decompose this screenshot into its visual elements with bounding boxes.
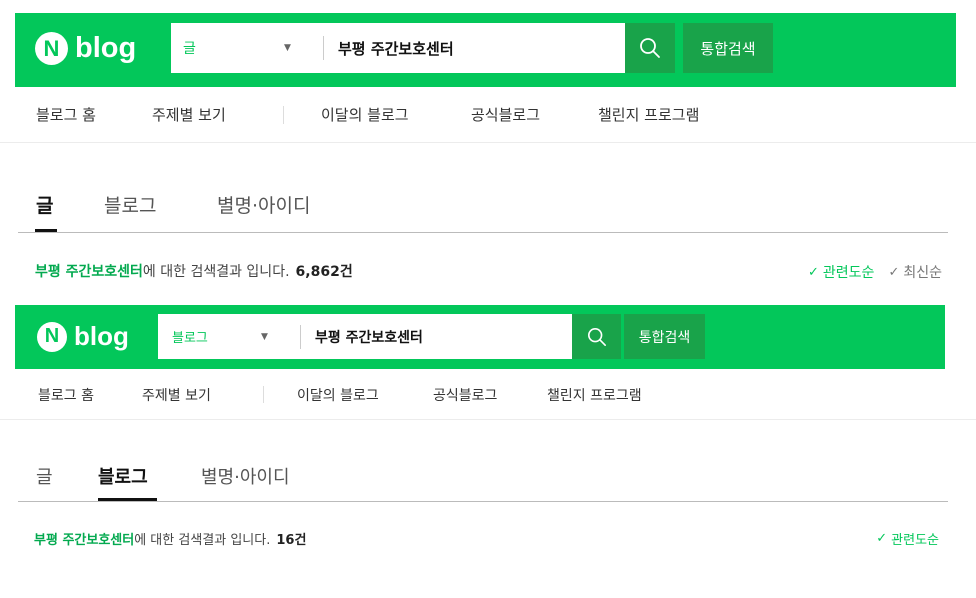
- search-panel-posts: N blog 글 ▼ 부평 주간보호센터 통합검색 블로그 홈 주제별 보기 이…: [0, 0, 976, 292]
- sub-navigation: 블로그 홈 주제별 보기 이달의 블로그 공식블로그 챌린지 프로그램: [0, 87, 976, 143]
- nav-official-blog[interactable]: 공식블로그: [433, 385, 497, 405]
- nav-blog-home[interactable]: 블로그 홈: [38, 385, 94, 405]
- tab-posts[interactable]: 글: [36, 191, 53, 218]
- nav-challenge-program[interactable]: 챌린지 프로그램: [547, 385, 642, 405]
- search-icon: [640, 38, 660, 58]
- naver-n-icon: N: [37, 321, 67, 352]
- search-panel-blogs: N blog 블로그 ▼ 부평 주간보호센터 통합검색 블로그 홈 주제별 보기…: [0, 292, 976, 598]
- tab-nickname-id[interactable]: 별명·아이디: [201, 463, 290, 489]
- nav-blog-of-month[interactable]: 이달의 블로그: [321, 104, 409, 125]
- nav-by-topic[interactable]: 주제별 보기: [142, 385, 211, 405]
- result-summary: 부평 주간보호센터에 대한 검색결과 입니다. 6,862건: [35, 261, 353, 281]
- category-select-value: 블로그: [172, 331, 208, 346]
- sort-label: 관련도순: [822, 265, 875, 281]
- result-keyword: 부평 주간보호센터: [35, 264, 143, 280]
- search-box: 블로그 ▼ 부평 주간보호센터: [158, 314, 572, 359]
- header-bar: N blog 글 ▼ 부평 주간보호센터 통합검색: [15, 13, 956, 87]
- naver-blog-logo[interactable]: N blog: [35, 32, 136, 65]
- sort-options: ✓ 관련도순: [862, 529, 939, 548]
- search-box: 글 ▼ 부평 주간보호센터: [171, 23, 625, 73]
- nav-separator: [283, 106, 284, 124]
- logo-text: blog: [75, 32, 137, 64]
- check-icon: ✓: [808, 264, 819, 280]
- sort-latest[interactable]: ✓ 최신순: [888, 262, 942, 282]
- nav-by-topic[interactable]: 주제별 보기: [152, 104, 226, 125]
- nav-challenge-program[interactable]: 챌린지 프로그램: [598, 104, 699, 125]
- search-button[interactable]: [625, 23, 675, 73]
- header-bar: N blog 블로그 ▼ 부평 주간보호센터 통합검색: [15, 305, 945, 369]
- result-tabs: 글 블로그 별명·아이디: [18, 458, 948, 502]
- search-input[interactable]: 부평 주간보호센터: [301, 327, 423, 347]
- sort-label: 최신순: [903, 265, 942, 281]
- result-summary: 부평 주간보호센터에 대한 검색결과 입니다. 16건: [34, 529, 306, 548]
- logo-text: blog: [74, 321, 129, 351]
- result-suffix: 에 대한 검색결과 입니다.: [134, 533, 271, 548]
- result-count: 16건: [276, 533, 307, 548]
- tab-nickname-id[interactable]: 별명·아이디: [217, 191, 310, 218]
- sort-relevance[interactable]: ✓ 관련도순: [876, 529, 939, 548]
- unified-search-button[interactable]: 통합검색: [683, 23, 773, 73]
- sort-relevance[interactable]: ✓ 관련도순: [808, 262, 874, 282]
- sub-navigation: 블로그 홈 주제별 보기 이달의 블로그 공식블로그 챌린지 프로그램: [0, 369, 976, 420]
- tab-posts[interactable]: 글: [36, 463, 53, 489]
- tab-blogs[interactable]: 블로그: [98, 463, 148, 489]
- check-icon: ✓: [888, 264, 900, 280]
- nav-blog-home[interactable]: 블로그 홈: [36, 104, 96, 125]
- category-select[interactable]: 글 ▼: [171, 23, 323, 73]
- unified-search-button[interactable]: 통합검색: [624, 314, 705, 359]
- result-suffix: 에 대한 검색결과 입니다.: [142, 264, 290, 280]
- sort-options: ✓ 관련도순 ✓ 최신순: [794, 262, 942, 282]
- result-count: 6,862건: [295, 264, 353, 280]
- caret-down-icon: ▼: [261, 331, 268, 342]
- naver-n-icon: N: [35, 32, 68, 65]
- result-tabs: 글 블로그 별명·아이디: [18, 186, 948, 233]
- tab-blogs[interactable]: 블로그: [104, 191, 156, 218]
- caret-down-icon: ▼: [284, 43, 291, 53]
- search-input[interactable]: 부평 주간보호센터: [324, 38, 454, 59]
- naver-blog-logo[interactable]: N blog: [37, 321, 129, 352]
- category-select[interactable]: 블로그 ▼: [158, 314, 300, 359]
- nav-official-blog[interactable]: 공식블로그: [471, 104, 540, 125]
- active-tab-indicator: [35, 229, 57, 232]
- nav-blog-of-month[interactable]: 이달의 블로그: [297, 385, 379, 405]
- category-select-value: 글: [183, 41, 196, 57]
- nav-separator: [263, 386, 264, 403]
- sort-label: 관련도순: [891, 533, 939, 548]
- search-icon: [587, 327, 606, 346]
- check-icon: ✓: [876, 531, 888, 546]
- search-button[interactable]: [572, 314, 621, 359]
- active-tab-indicator: [98, 498, 157, 501]
- result-keyword: 부평 주간보호센터: [34, 533, 135, 548]
